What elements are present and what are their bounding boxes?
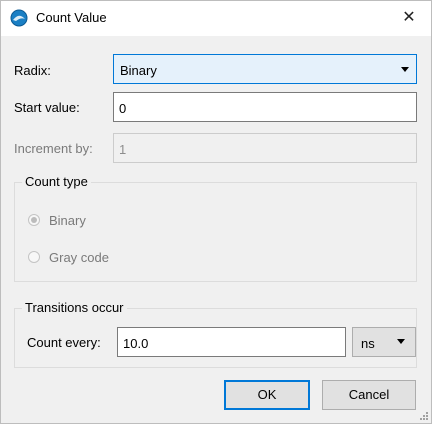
increment-text: 1 <box>119 142 127 157</box>
ok-button[interactable]: OK <box>224 380 310 410</box>
count-type-group <box>14 182 417 282</box>
title-bar: Count Value ✕ <box>0 0 432 36</box>
increment-input[interactable]: 1 <box>113 133 417 163</box>
chevron-down-icon <box>401 67 409 72</box>
time-unit-select[interactable]: ns <box>352 327 416 357</box>
resize-grip-icon[interactable] <box>419 411 429 421</box>
count-every-text: 10.0 <box>123 336 149 351</box>
close-icon[interactable]: ✕ <box>386 0 432 36</box>
radix-select[interactable]: Binary <box>113 54 417 84</box>
gray-code-radio-label: Gray code <box>49 250 109 265</box>
start-value-text: 0 <box>119 101 127 116</box>
binary-radio-label: Binary <box>49 213 86 228</box>
time-unit-value: ns <box>361 336 375 351</box>
window-title: Count Value <box>36 10 107 25</box>
radio-selected-dot <box>31 217 37 223</box>
chevron-down-icon <box>397 339 405 344</box>
start-value-input[interactable]: 0 <box>113 92 417 122</box>
count-every-label: Count every: <box>27 335 101 350</box>
count-every-input[interactable]: 10.0 <box>117 327 346 357</box>
transitions-title: Transitions occur <box>22 300 127 315</box>
cancel-button[interactable]: Cancel <box>322 380 416 410</box>
binary-radio[interactable] <box>28 214 40 226</box>
radix-value: Binary <box>120 63 157 78</box>
gray-code-radio[interactable] <box>28 251 40 263</box>
increment-label: Increment by: <box>14 141 93 156</box>
radix-label: Radix: <box>14 63 51 78</box>
app-logo-icon <box>10 9 28 27</box>
start-value-label: Start value: <box>14 100 80 115</box>
count-type-title: Count type <box>22 174 91 189</box>
